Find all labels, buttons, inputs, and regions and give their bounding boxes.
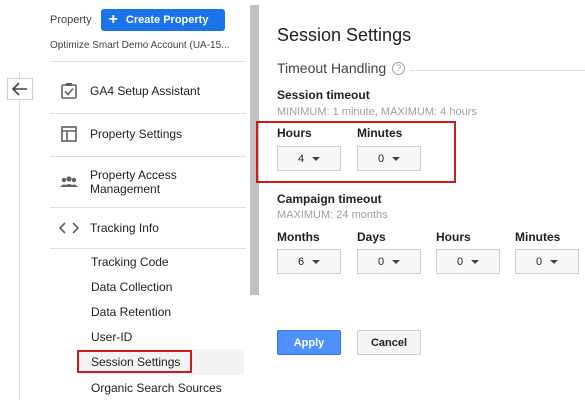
sub-item-label: Session Settings [91, 354, 181, 369]
create-property-button[interactable]: + Create Property [100, 9, 225, 31]
dropdown-value: 0 [377, 152, 385, 165]
nav-divider [50, 207, 246, 208]
arrow-left-icon [12, 82, 27, 96]
apply-button[interactable]: Apply [277, 330, 341, 355]
campaign-timeout-label: Campaign timeout [277, 192, 382, 206]
dropdown-value: 0 [456, 255, 464, 268]
dropdown-value: 6 [297, 255, 305, 268]
nav-divider [50, 113, 246, 114]
caret-down-icon [392, 156, 401, 161]
caret-down-icon [471, 259, 480, 264]
help-icon[interactable]: ? [392, 61, 406, 75]
nav-item-tracking-info[interactable]: Tracking Info [50, 217, 246, 239]
session-timeout-hint: MINIMUM: 1 minute, MAXIMUM: 4 hours [277, 106, 477, 118]
nav-divider [50, 248, 246, 249]
campaign-days-label: Days [357, 230, 386, 244]
section-divider [410, 70, 585, 71]
session-hours-label: Hours [277, 126, 312, 140]
nav-item-property-access-management[interactable]: Property Access Management [50, 166, 246, 198]
campaign-hours-dropdown[interactable]: 0 [436, 249, 500, 274]
dropdown-value: 0 [377, 255, 385, 268]
session-minutes-dropdown[interactable]: 0 [357, 146, 421, 171]
campaign-months-label: Months [277, 230, 320, 244]
campaign-days-dropdown[interactable]: 0 [357, 249, 421, 274]
nav-item-label: Property Settings [90, 127, 183, 141]
plus-icon: + [108, 11, 118, 28]
back-button[interactable] [7, 78, 33, 100]
header-divider [50, 61, 246, 62]
section-title-text: Timeout Handling [277, 60, 387, 76]
campaign-hours-label: Hours [436, 230, 471, 244]
sub-item-data-retention[interactable]: Data Retention [91, 305, 171, 319]
page-title: Session Settings [277, 25, 412, 45]
nav-divider [50, 156, 246, 157]
session-timeout-label: Session timeout [277, 88, 370, 102]
sub-item-data-collection[interactable]: Data Collection [91, 280, 172, 294]
session-hours-dropdown[interactable]: 4 [277, 146, 341, 171]
sub-item-organic-search-sources[interactable]: Organic Search Sources [91, 381, 222, 395]
people-icon [59, 172, 79, 192]
property-label: Property [50, 14, 92, 26]
campaign-minutes-dropdown[interactable]: 0 [515, 249, 579, 274]
checkbox-icon [59, 81, 79, 101]
session-minutes-label: Minutes [357, 126, 403, 140]
property-header: Property + Create Property [50, 9, 225, 31]
dropdown-value: 0 [535, 255, 543, 268]
code-icon [59, 218, 79, 238]
left-rail-line [19, 72, 20, 400]
nav-item-label: Tracking Info [90, 221, 159, 235]
sub-item-user-id[interactable]: User-ID [91, 330, 132, 344]
campaign-months-dropdown[interactable]: 6 [277, 249, 341, 274]
nav-item-label: Property Access Management [90, 168, 177, 196]
sub-item-tracking-code[interactable]: Tracking Code [91, 255, 169, 269]
account-selector[interactable]: Optimize Smart Demo Account (UA-15... [50, 40, 250, 51]
layout-icon [59, 124, 79, 144]
caret-down-icon [312, 156, 321, 161]
create-property-label: Create Property [125, 14, 209, 26]
caret-down-icon [550, 259, 559, 264]
dropdown-value: 4 [297, 152, 305, 165]
sub-item-session-settings[interactable]: Session Settings [77, 350, 192, 373]
nav-item-label: GA4 Setup Assistant [90, 84, 201, 98]
caret-down-icon [392, 259, 401, 264]
campaign-timeout-hint: MAXIMUM: 24 months [277, 209, 388, 221]
caret-down-icon [312, 259, 321, 264]
campaign-minutes-label: Minutes [515, 230, 561, 244]
cancel-button[interactable]: Cancel [357, 330, 421, 355]
nav-item-ga4-setup-assistant[interactable]: GA4 Setup Assistant [50, 80, 246, 102]
section-title: Timeout Handling ? [277, 60, 406, 76]
nav-item-property-settings[interactable]: Property Settings [50, 123, 246, 145]
